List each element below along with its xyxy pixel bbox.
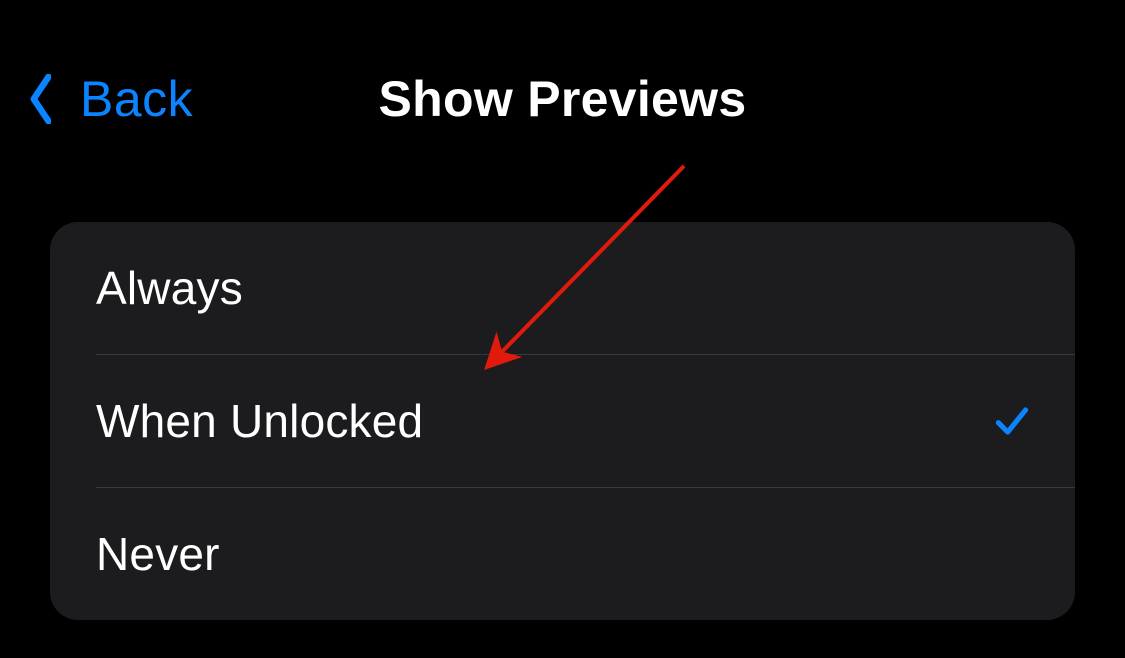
option-label: Never xyxy=(96,527,220,581)
option-when-unlocked[interactable]: When Unlocked xyxy=(50,355,1075,487)
navigation-bar: Back Show Previews xyxy=(0,0,1125,160)
option-always[interactable]: Always xyxy=(50,222,1075,354)
checkmark-icon xyxy=(995,404,1029,438)
option-label: Always xyxy=(96,261,243,315)
page-title: Show Previews xyxy=(0,70,1125,128)
option-never[interactable]: Never xyxy=(50,488,1075,620)
options-list: Always When Unlocked Never xyxy=(50,222,1075,620)
option-label: When Unlocked xyxy=(96,394,423,448)
